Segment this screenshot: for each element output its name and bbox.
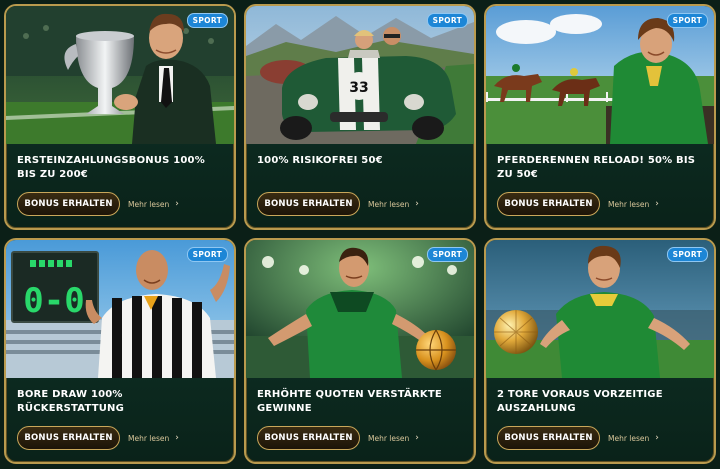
scoreboard-score: 0-0 bbox=[23, 281, 84, 321]
promo-card-risk-free[interactable]: 33 SPORT 100% RISIKOFREI 50€ BONUS ERHAL… bbox=[244, 4, 476, 230]
promo-title: ERSTEINZAHLUNGSBONUS 100% BIS ZU 200€ bbox=[17, 155, 205, 180]
promotions-grid: SPORT ERSTEINZAHLUNGSBONUS 100% BIS ZU 2… bbox=[4, 4, 717, 466]
promo-card-enhanced-odds[interactable]: SPORT ERHÖHTE QUOTEN VERSTÄRKTE GEWINNE … bbox=[244, 238, 476, 464]
get-bonus-button[interactable]: BONUS ERHALTEN bbox=[17, 426, 120, 450]
promo-card-horse-racing-reload[interactable]: SPORT PFERDERENNEN RELOAD! 50% BIS ZU 50… bbox=[484, 4, 716, 230]
get-bonus-button[interactable]: BONUS ERHALTEN bbox=[497, 426, 600, 450]
read-more-link[interactable]: Mehr lesen › bbox=[368, 426, 419, 450]
chevron-right-icon: › bbox=[655, 199, 659, 209]
read-more-link[interactable]: Mehr lesen › bbox=[128, 192, 179, 216]
get-bonus-button[interactable]: BONUS ERHALTEN bbox=[257, 192, 360, 216]
read-more-link[interactable]: Mehr lesen › bbox=[608, 426, 659, 450]
car-number: 33 bbox=[349, 80, 368, 96]
read-more-label: Mehr lesen bbox=[608, 199, 650, 209]
read-more-label: Mehr lesen bbox=[128, 199, 170, 209]
read-more-label: Mehr lesen bbox=[608, 433, 650, 443]
sport-badge: SPORT bbox=[666, 13, 708, 28]
promo-title: ERHÖHTE QUOTEN VERSTÄRKTE GEWINNE bbox=[257, 389, 442, 414]
chevron-right-icon: › bbox=[415, 199, 419, 209]
sport-badge: SPORT bbox=[186, 247, 228, 262]
promo-card-first-deposit[interactable]: SPORT ERSTEINZAHLUNGSBONUS 100% BIS ZU 2… bbox=[4, 4, 236, 230]
read-more-label: Mehr lesen bbox=[368, 199, 410, 209]
promo-title: 2 TORE VORAUS VORZEITIGE AUSZAHLUNG bbox=[497, 389, 663, 414]
sport-badge: SPORT bbox=[186, 13, 228, 28]
read-more-label: Mehr lesen bbox=[128, 433, 170, 443]
read-more-link[interactable]: Mehr lesen › bbox=[608, 192, 659, 216]
read-more-link[interactable]: Mehr lesen › bbox=[368, 192, 419, 216]
promo-title: PFERDERENNEN RELOAD! 50% BIS ZU 50€ bbox=[497, 155, 696, 180]
sport-badge: SPORT bbox=[666, 247, 708, 262]
promo-card-two-goals-ahead[interactable]: SPORT 2 TORE VORAUS VORZEITIGE AUSZAHLUN… bbox=[484, 238, 716, 464]
read-more-label: Mehr lesen bbox=[368, 433, 410, 443]
chevron-right-icon: › bbox=[175, 433, 179, 443]
get-bonus-button[interactable]: BONUS ERHALTEN bbox=[497, 192, 600, 216]
chevron-right-icon: › bbox=[415, 433, 419, 443]
promo-title: BORE DRAW 100% RÜCKERSTATTUNG bbox=[17, 389, 125, 414]
sport-badge: SPORT bbox=[426, 13, 468, 28]
chevron-right-icon: › bbox=[655, 433, 659, 443]
read-more-link[interactable]: Mehr lesen › bbox=[128, 426, 179, 450]
chevron-right-icon: › bbox=[175, 199, 179, 209]
sport-badge: SPORT bbox=[426, 247, 468, 262]
promo-card-bore-draw[interactable]: 0-0 SPORT BORE DRAW 100% RÜCKERSTATTUNG … bbox=[4, 238, 236, 464]
get-bonus-button[interactable]: BONUS ERHALTEN bbox=[17, 192, 120, 216]
promo-title: 100% RISIKOFREI 50€ bbox=[257, 155, 383, 166]
get-bonus-button[interactable]: BONUS ERHALTEN bbox=[257, 426, 360, 450]
